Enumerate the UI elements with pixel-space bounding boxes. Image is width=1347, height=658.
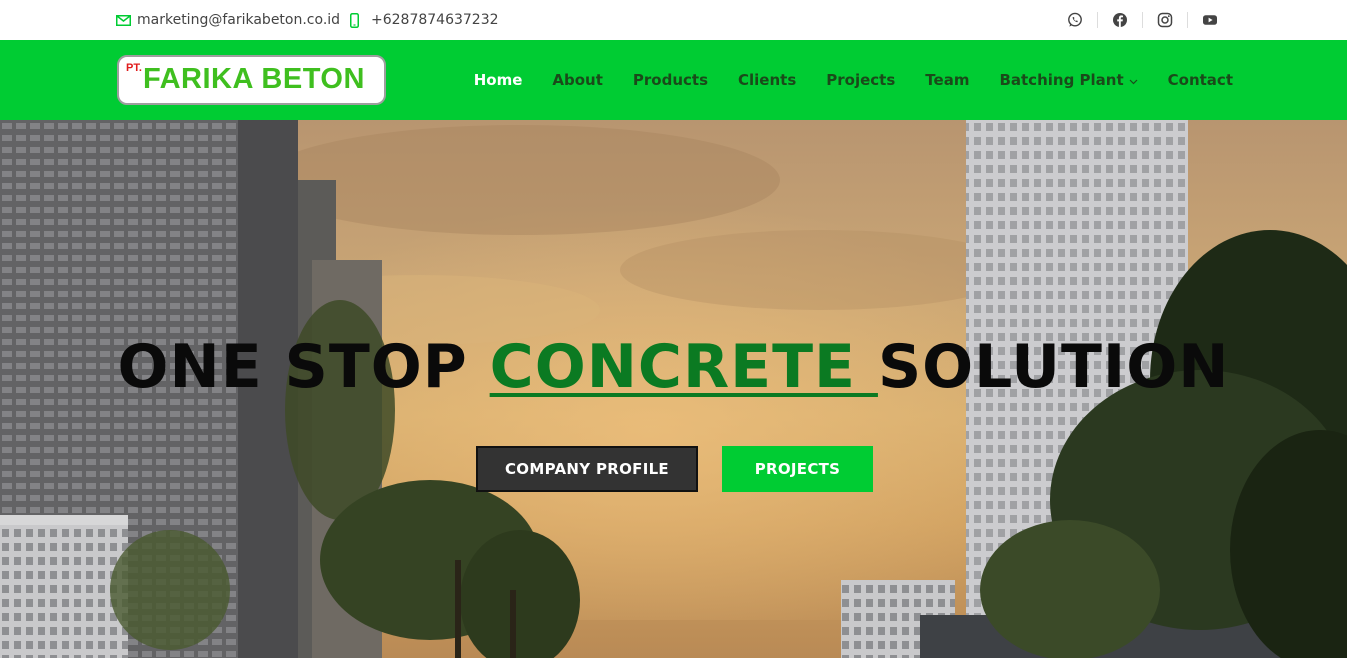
nav-batching-plant[interactable]: Batching Plant: [999, 71, 1138, 89]
hero-headline: ONE STOP CONCRETE SOLUTION: [0, 332, 1347, 402]
envelope-icon: [116, 14, 131, 26]
nav-products[interactable]: Products: [633, 71, 708, 89]
nav-home[interactable]: Home: [474, 71, 523, 89]
main-nav: Home About Products Clients Projects Tea…: [444, 40, 1233, 120]
instagram-icon[interactable]: [1142, 11, 1174, 29]
hero-headline-accent[interactable]: CONCRETE: [490, 332, 878, 402]
nav-projects[interactable]: Projects: [826, 71, 895, 89]
hero-headline-post: SOLUTION: [877, 332, 1230, 402]
company-profile-button[interactable]: COMPANY PROFILE: [476, 446, 698, 492]
contact-phone-text: +6287874637232: [371, 12, 499, 28]
youtube-icon[interactable]: [1187, 11, 1219, 29]
logo-name: FARIKA BETON: [143, 63, 365, 95]
nav-about[interactable]: About: [552, 71, 603, 89]
projects-button[interactable]: PROJECTS: [722, 446, 873, 492]
contact-phone[interactable]: +6287874637232: [350, 0, 499, 40]
nav-team[interactable]: Team: [925, 71, 969, 89]
hero-banner: ONE STOP CONCRETE SOLUTION COMPANY PROFI…: [0, 120, 1347, 658]
top-contact-bar: marketing@farikabeton.co.id +62878746372…: [0, 0, 1347, 40]
nav-batching-plant-label: Batching Plant: [999, 71, 1124, 89]
whatsapp-icon[interactable]: [1066, 11, 1084, 29]
chevron-down-icon: [1129, 71, 1138, 89]
site-logo[interactable]: PT. FARIKA BETON: [117, 55, 386, 105]
main-header: PT. FARIKA BETON Home About Products Cli…: [0, 40, 1347, 120]
logo-prefix: PT.: [126, 62, 142, 74]
social-links: [1039, 0, 1219, 40]
nav-contact[interactable]: Contact: [1168, 71, 1233, 89]
facebook-icon[interactable]: [1097, 11, 1129, 29]
nav-clients[interactable]: Clients: [738, 71, 796, 89]
phone-icon: [350, 12, 359, 28]
hero-headline-pre: ONE STOP: [117, 332, 490, 402]
contact-email-text: marketing@farikabeton.co.id: [137, 12, 341, 28]
contact-email[interactable]: marketing@farikabeton.co.id: [116, 0, 340, 40]
